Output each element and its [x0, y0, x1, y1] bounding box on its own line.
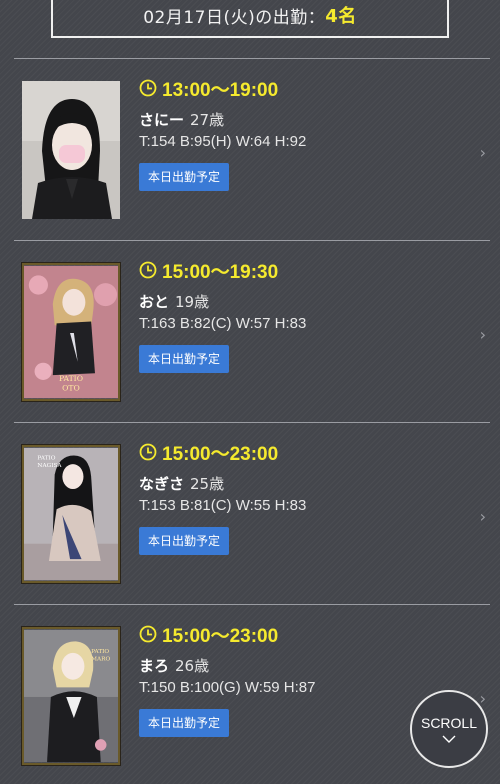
shift-time: 15:00〜23:00	[162, 443, 279, 465]
staff-name: まろ	[139, 657, 170, 675]
staff-age: 25歳	[190, 475, 225, 493]
scroll-button[interactable]: SCROLL	[410, 690, 488, 768]
profile-photo-image: PATIO MARO	[24, 629, 118, 763]
card-info: 15:00〜19:30 おと 19歳 T:163 B:82(C) W:57 H:…	[139, 257, 306, 373]
staff-count: 4名	[325, 6, 357, 27]
shift-time: 13:00〜19:00	[162, 79, 279, 101]
staff-age: 26歳	[175, 657, 210, 675]
shift-time: 15:00〜19:30	[162, 261, 279, 283]
photo-caption: PATIO	[59, 374, 83, 383]
profile-photo-image: PATIO OTO	[24, 265, 118, 399]
staff-name: おと	[139, 293, 170, 311]
profile-photo[interactable]	[22, 81, 120, 219]
attendance-badge: 本日出勤予定	[139, 345, 230, 373]
attendance-badge: 本日出勤予定	[139, 527, 230, 555]
profile-photo[interactable]: PATIO MARO	[22, 627, 120, 765]
schedule-card[interactable]: PATIO OTO 15:00〜19:30 おと 19歳 T:163 B:82(…	[14, 240, 490, 422]
staff-stats: T:154 B:95(H) W:64 H:92	[139, 133, 307, 150]
staff-stats: T:150 B:100(G) W:59 H:87	[139, 679, 316, 696]
chevron-down-icon	[442, 735, 456, 743]
profile-photo-image	[22, 81, 120, 219]
schedule-card[interactable]: 13:00〜19:00 さにー 27歳 T:154 B:95(H) W:64 H…	[14, 58, 490, 240]
staff-name: さにー	[139, 111, 185, 129]
staff-age: 19歳	[175, 293, 210, 311]
clock-icon	[139, 79, 157, 97]
staff-name: なぎさ	[139, 475, 185, 493]
attendance-badge: 本日出勤予定	[139, 163, 230, 191]
scroll-label: SCROLL	[420, 715, 478, 731]
svg-text:OTO: OTO	[62, 384, 80, 393]
photo-caption: PATIO	[91, 649, 109, 655]
staff-stats: T:153 B:81(C) W:55 H:83	[139, 497, 307, 514]
profile-photo[interactable]: PATIO NAGISA	[22, 445, 120, 583]
card-info: 13:00〜19:00 さにー 27歳 T:154 B:95(H) W:64 H…	[139, 75, 306, 191]
date-text: 02月17日(火)の出勤：	[143, 7, 326, 28]
chevron-right-icon[interactable]: ›	[480, 143, 486, 162]
shift-time: 15:00〜23:00	[162, 625, 279, 647]
staff-stats: T:163 B:82(C) W:57 H:83	[139, 315, 307, 332]
schedule-card[interactable]: PATIO NAGISA 15:00〜23:00 なぎさ 25歳 T:153 B…	[14, 422, 490, 604]
svg-text:MARO: MARO	[91, 657, 110, 663]
clock-icon	[139, 443, 157, 461]
schedule-card[interactable]: PATIO MARO 15:00〜23:00 まろ 26歳 T:150 B:10…	[14, 604, 490, 784]
clock-icon	[139, 625, 157, 643]
attendance-badge: 本日出勤予定	[139, 709, 230, 737]
chevron-right-icon[interactable]: ›	[480, 507, 486, 526]
card-info: 15:00〜23:00 まろ 26歳 T:150 B:100(G) W:59 H…	[139, 621, 315, 737]
card-info: 15:00〜23:00 なぎさ 25歳 T:153 B:81(C) W:55 H…	[139, 439, 306, 555]
svg-text:NAGISA: NAGISA	[37, 463, 62, 469]
chevron-right-icon[interactable]: ›	[480, 325, 486, 344]
profile-photo[interactable]: PATIO OTO	[22, 263, 120, 401]
staff-age: 27歳	[190, 111, 225, 129]
clock-icon	[139, 261, 157, 279]
photo-caption: PATIO	[37, 455, 55, 461]
profile-photo-image: PATIO NAGISA	[24, 447, 118, 581]
date-header: 02月17日(火)の出勤： 4名	[51, 0, 449, 38]
